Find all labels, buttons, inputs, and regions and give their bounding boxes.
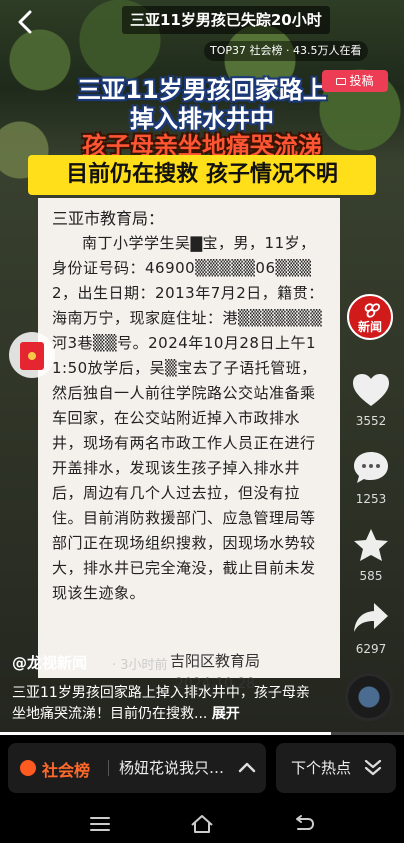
channel-logo-icon: ꕢ — [361, 301, 379, 322]
doc-signature: 吉阳区教育局 — [170, 652, 261, 670]
favorite-count: 585 — [359, 569, 383, 583]
back-nav-icon[interactable] — [292, 813, 316, 835]
system-navigation-bar — [0, 805, 404, 843]
hot-topic-title[interactable]: 三亚11岁男孩已失踪20小时 — [122, 6, 330, 34]
submit-label: 投稿 — [349, 74, 374, 88]
like-count: 3552 — [355, 414, 387, 428]
expand-link[interactable]: 展开 — [212, 706, 240, 722]
share-button[interactable]: 6297 — [345, 600, 397, 656]
chevron-up-icon[interactable] — [236, 757, 258, 779]
music-disc[interactable] — [345, 673, 393, 721]
headline-banner: 目前仍在搜救 孩子情况不明 — [28, 155, 376, 195]
comment-button[interactable]: 1253 — [345, 450, 397, 506]
post-time: · 3小时前 — [112, 658, 168, 673]
submit-button[interactable]: 投稿 — [322, 70, 388, 92]
red-packet-button[interactable] — [9, 332, 55, 378]
video-progress-fill — [0, 732, 332, 735]
share-count: 6297 — [355, 642, 387, 656]
camera-icon — [336, 78, 347, 85]
post-caption[interactable]: 三亚11岁男孩回家路上掉入排水井中，孩子母亲坐地痛哭流涕！目前仍在搜救... 展… — [12, 683, 312, 725]
doc-body: 南丁小学学生吴▇宝，男，11岁，身份证号码：46900▒▒▒▒▒06▒▒▒2，出… — [52, 234, 324, 602]
next-hot-button[interactable]: 下个热点 — [276, 743, 396, 793]
author-name[interactable]: @龙视新闻 — [12, 652, 87, 673]
hot-list-label: 社会榜 — [42, 761, 91, 780]
rank-badge[interactable]: TOP37 社会榜 · 43.5万人在看 — [204, 41, 368, 61]
share-icon — [354, 603, 388, 632]
video-player[interactable]: 三亚11岁男孩回家路上 掉入排水井中 孩子母亲坐地痛哭流涕 目前仍在搜救 孩子情… — [0, 0, 404, 735]
double-chevron-down-icon — [364, 759, 382, 776]
heart-icon — [353, 374, 389, 406]
notice-document: 三亚市教育局： 南丁小学学生吴▇宝，男，11岁，身份证号码：46900▒▒▒▒▒… — [38, 198, 340, 678]
back-button[interactable] — [12, 8, 40, 36]
next-hot-label: 下个热点 — [291, 759, 352, 777]
hot-list-bar[interactable]: 社会榜 杨妞花说我只… — [8, 743, 266, 793]
hot-dot-icon — [20, 760, 36, 776]
back-arrow-icon — [18, 10, 32, 34]
star-icon — [354, 529, 388, 561]
divider — [108, 760, 109, 776]
red-envelope-icon — [20, 342, 44, 370]
caption-text: 三亚11岁男孩回家路上掉入排水井中，孩子母亲坐地痛哭流涕！目前仍在搜救... — [12, 685, 310, 722]
channel-logo-text: 新闻 — [357, 320, 382, 334]
home-icon[interactable] — [190, 813, 214, 835]
comment-icon — [354, 452, 388, 483]
doc-heading: 三亚市教育局： — [52, 209, 165, 228]
favorite-button[interactable]: 585 — [345, 527, 397, 583]
video-progress-bar[interactable] — [0, 732, 404, 735]
menu-icon[interactable] — [88, 813, 112, 835]
comment-count: 1253 — [355, 492, 387, 506]
channel-avatar[interactable]: ꕢ 新闻 — [347, 294, 393, 340]
like-button[interactable]: 3552 — [345, 372, 397, 428]
hot-list-text: 杨妞花说我只… — [119, 759, 225, 777]
